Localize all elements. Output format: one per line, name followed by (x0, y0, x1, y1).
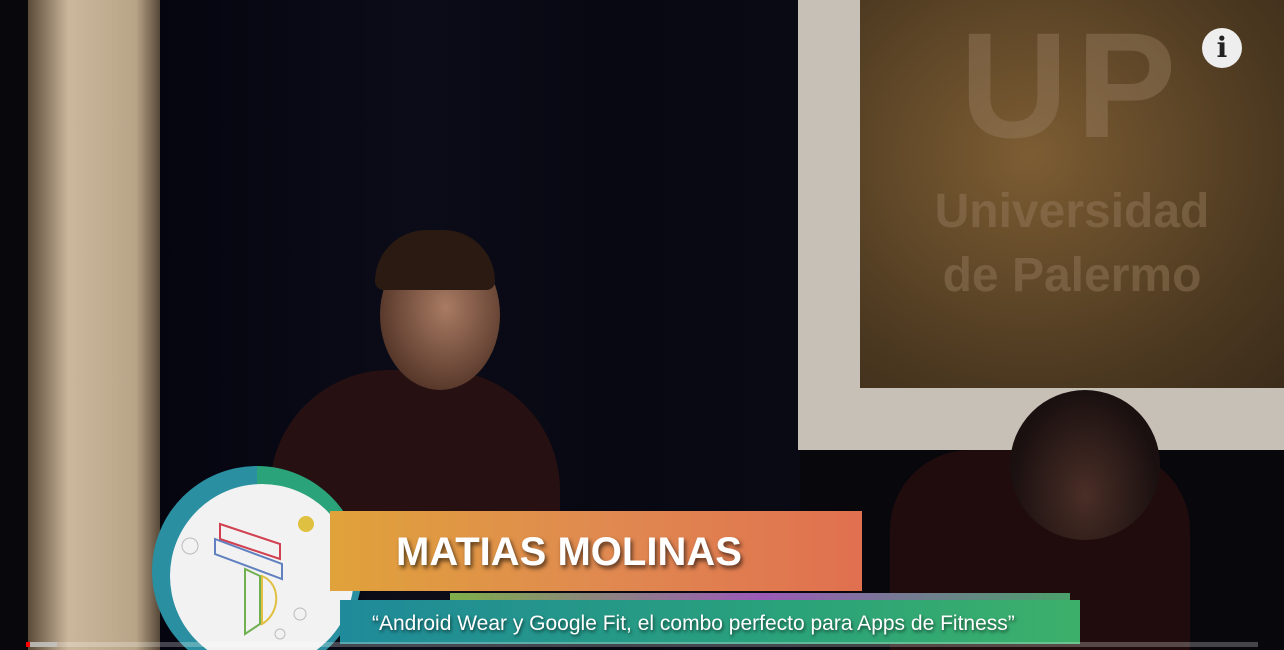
played-bar (26, 642, 30, 647)
institution-line2: de Palermo (942, 249, 1202, 302)
progress-bar[interactable] (26, 642, 1258, 647)
event-logo (170, 484, 354, 650)
speaker-name: MATIAS MOLINAS (396, 530, 742, 574)
talk-title: “Android Wear y Google Fit, el combo per… (372, 612, 1015, 635)
buffered-bar (26, 642, 57, 647)
institution-line1: Universidad (934, 185, 1210, 238)
wall (28, 0, 163, 650)
info-icon[interactable]: i (1202, 28, 1242, 68)
video-player[interactable]: UP Universidad de Palermo MATIAS MOLINAS… (0, 0, 1284, 650)
